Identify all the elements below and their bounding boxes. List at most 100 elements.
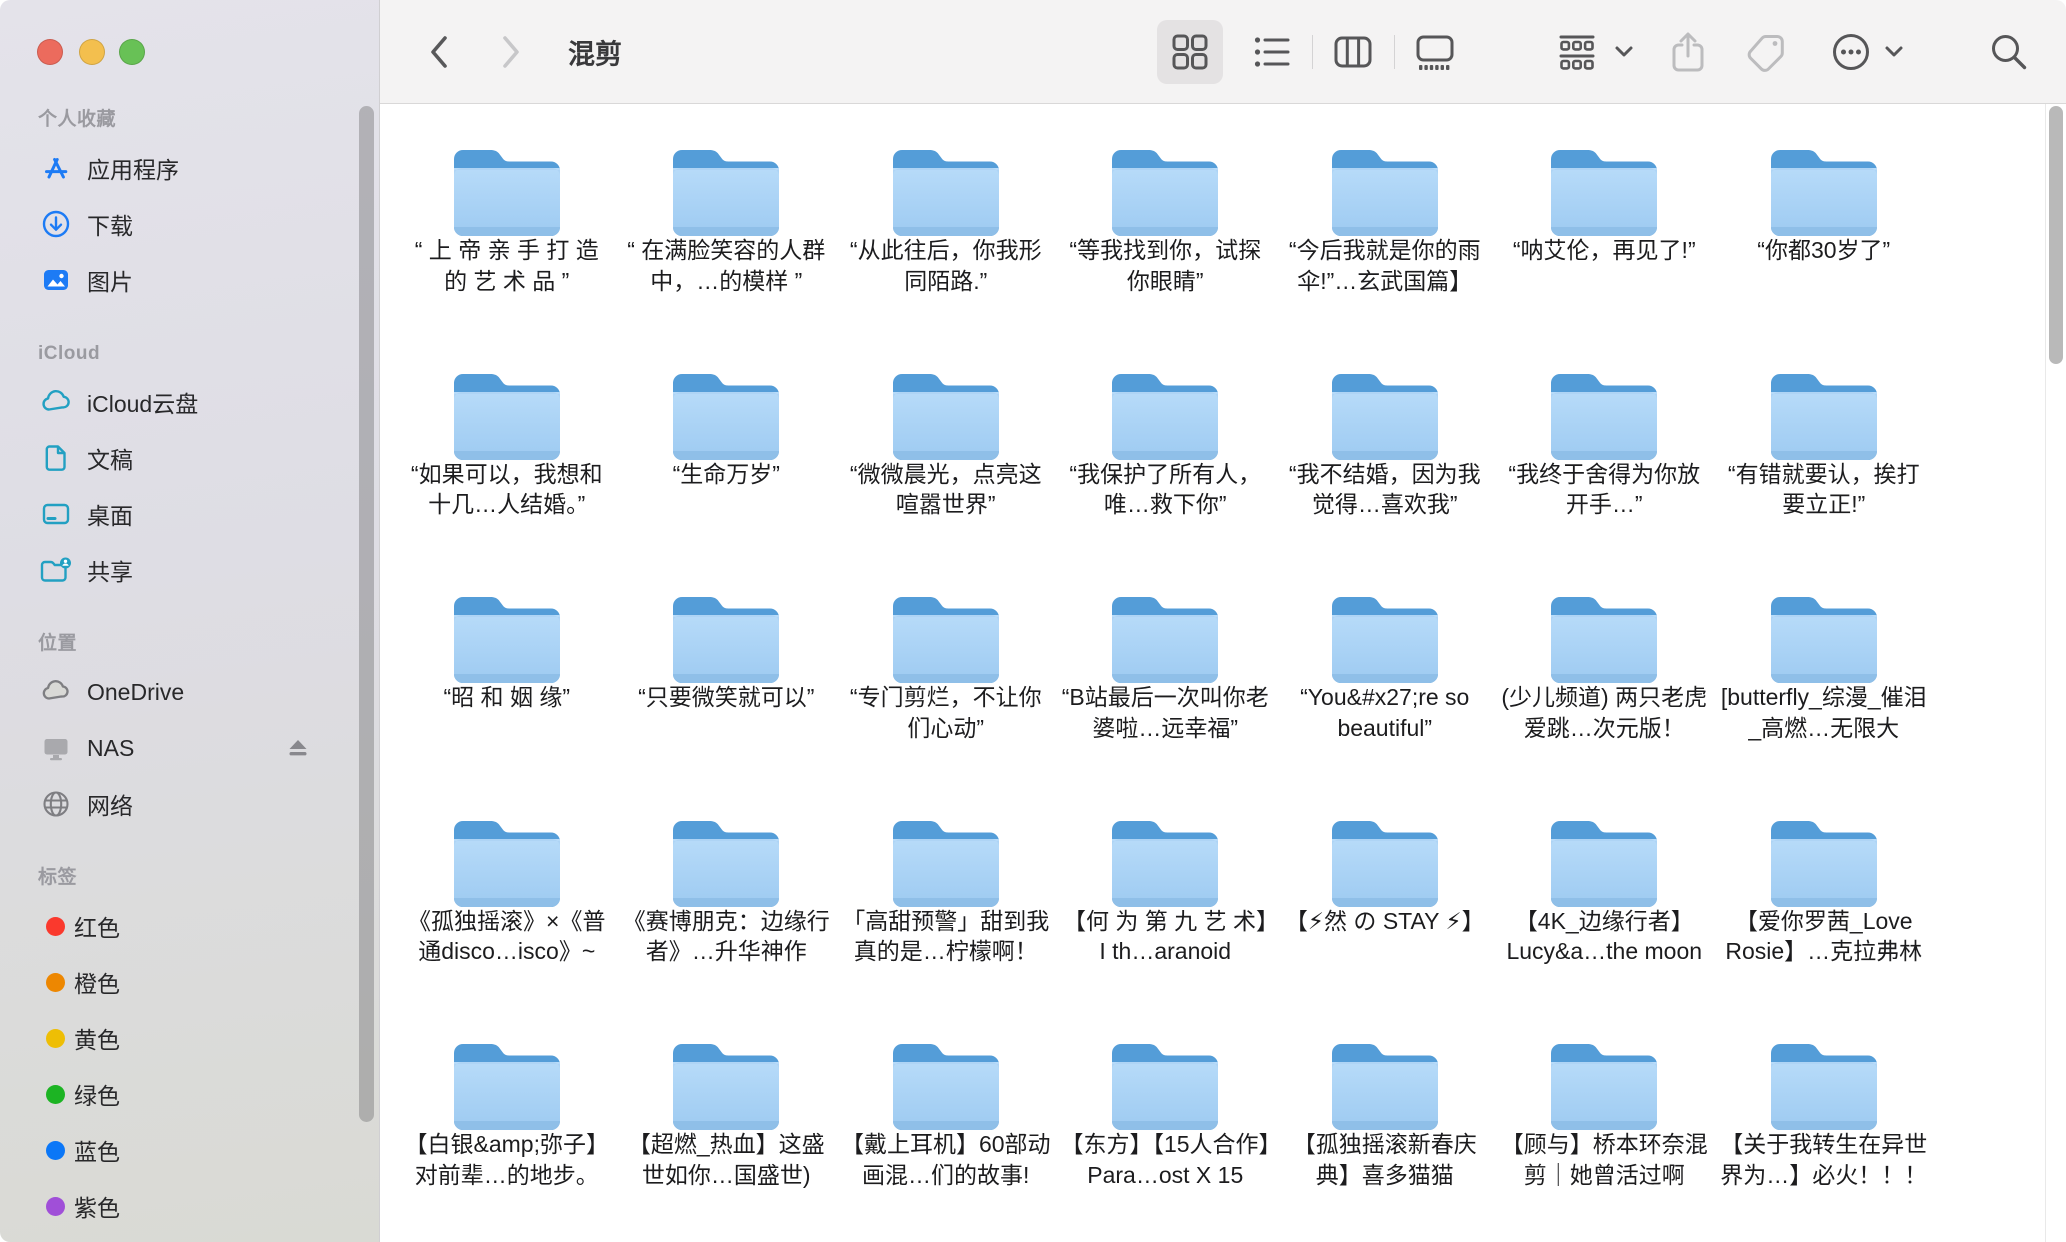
folder-item[interactable]: 【戴上耳机】60部动画混…们的故事! — [836, 1024, 1056, 1242]
folder-label: “微微晨光，点亮这喧嚣世界” — [839, 459, 1052, 520]
folder-label: (少儿频道) 两只老虎爱跳…次元版！ — [1498, 682, 1711, 743]
folder-icon — [1105, 1037, 1225, 1137]
folder-icon — [447, 590, 567, 690]
sidebar-item-label: 应用程序 — [87, 151, 179, 185]
sidebar-section: 个人收藏应用程序下载图片 — [0, 108, 379, 308]
folder-item[interactable]: 《孤独摇滚》×《普通disco…isco》~ — [397, 801, 617, 1025]
group-by-chevron-icon[interactable] — [1613, 41, 1635, 63]
gallery-view-button[interactable] — [1412, 29, 1458, 75]
folder-icon — [1544, 1037, 1664, 1137]
folder-item[interactable]: “专门剪烂，不让你们心动” — [836, 577, 1056, 801]
folder-item[interactable]: “生命万岁” — [617, 354, 837, 578]
sidebar-item-应用程序[interactable]: 应用程序 — [0, 140, 379, 196]
sidebar-item-图片[interactable]: 图片 — [0, 252, 379, 308]
folder-label: “只要微笑就可以” — [638, 682, 814, 713]
folder-item[interactable]: “从此往后，你我形同陌路.” — [836, 130, 1056, 354]
sidebar-item-黄色[interactable]: 黄色 — [0, 1010, 379, 1066]
folder-icon — [666, 367, 786, 467]
folder-item[interactable]: [butterfly_综漫_催泪_高燃…无限大 — [1714, 577, 1934, 801]
folder-item[interactable]: “微微晨光，点亮这喧嚣世界” — [836, 354, 1056, 578]
folder-item[interactable]: “ 在满脸笑容的人群中，…的模样 ” — [617, 130, 837, 354]
sidebar-item-网络[interactable]: 网络 — [0, 776, 379, 832]
folder-icon — [1544, 367, 1664, 467]
group-by-button[interactable] — [1554, 29, 1600, 75]
sidebar-item-onedrive[interactable]: OneDrive — [0, 664, 379, 720]
folder-item[interactable]: “我保护了所有人，唯…救下你” — [1056, 354, 1276, 578]
icloud-drive-icon — [38, 385, 74, 419]
folder-item[interactable]: “B站最后一次叫你老婆啦…远幸福” — [1056, 577, 1276, 801]
back-button[interactable] — [416, 29, 462, 75]
folder-item[interactable]: 「高甜预警」甜到我真的是…柠檬啊！ — [836, 801, 1056, 1025]
folder-item[interactable]: 【顾与】桥本环奈混剪｜她曾活过啊 — [1495, 1024, 1715, 1242]
share-button[interactable] — [1665, 29, 1711, 75]
folder-item[interactable]: “昭 和 姻 缘” — [397, 577, 617, 801]
minimize-button[interactable] — [79, 39, 105, 65]
sidebar-item-label: 绿色 — [74, 1077, 120, 1111]
folder-item[interactable]: “呐艾伦，再见了!” — [1495, 130, 1715, 354]
folder-label: “从此往后，你我形同陌路.” — [839, 235, 1052, 296]
folder-item[interactable]: 【爱你罗茜_Love Rosie】…克拉弗林 — [1714, 801, 1934, 1025]
documents-icon — [38, 441, 74, 475]
sidebar-item-下载[interactable]: 下载 — [0, 196, 379, 252]
more-options-button[interactable] — [1828, 29, 1874, 75]
folder-icon — [1105, 814, 1225, 914]
folder-item[interactable]: (少儿频道) 两只老虎爱跳…次元版！ — [1495, 577, 1715, 801]
sidebar-item-共享[interactable]: 共享 — [0, 542, 379, 598]
content-scrollbar-thumb[interactable] — [2049, 106, 2063, 364]
folder-item[interactable]: “等我找到你，试探你眼睛” — [1056, 130, 1276, 354]
tag-color-dot — [46, 1029, 65, 1048]
folder-item[interactable]: “你都30岁了” — [1714, 130, 1934, 354]
sidebar-item-橙色[interactable]: 橙色 — [0, 954, 379, 1010]
icon-view-button[interactable] — [1167, 29, 1213, 75]
folder-label: “ 上 帝 亲 手 打 造 的 艺 术 品 ” — [400, 235, 613, 296]
folder-item[interactable]: 《赛博朋克：边缘行者》…升华神作 — [617, 801, 837, 1025]
folder-grid: “ 上 帝 亲 手 打 造 的 艺 术 品 ” “ 在满脸笑容的人群中，…的模样… — [397, 130, 1934, 1242]
folder-item[interactable]: “有错就要认，挨打要立正!” — [1714, 354, 1934, 578]
folder-item[interactable]: 【白银&amp;弥子】对前辈…的地步。 — [397, 1024, 617, 1242]
column-view-button[interactable] — [1330, 29, 1376, 75]
zoom-button[interactable] — [119, 39, 145, 65]
folder-item[interactable]: 【超燃_热血】这盛世如你…国盛世) — [617, 1024, 837, 1242]
folder-icon — [447, 814, 567, 914]
sidebar-item-nas[interactable]: NAS — [0, 720, 379, 776]
eject-icon[interactable] — [285, 736, 311, 760]
folder-label: 《孤独摇滚》×《普通disco…isco》~ — [400, 906, 613, 967]
folder-item[interactable]: “今后我就是你的雨伞!”…玄武国篇】 — [1275, 130, 1495, 354]
sidebar-section: 标签红色橙色黄色绿色蓝色紫色 — [0, 866, 379, 1234]
folder-item[interactable]: “我不结婚，因为我觉得…喜欢我” — [1275, 354, 1495, 578]
folder-item[interactable]: “如果可以，我想和十几…人结婚。” — [397, 354, 617, 578]
close-button[interactable] — [37, 39, 63, 65]
folder-item[interactable]: 【孤独摇滚新春庆典】喜多猫猫 — [1275, 1024, 1495, 1242]
sidebar-item-紫色[interactable]: 紫色 — [0, 1178, 379, 1234]
folder-icon — [447, 367, 567, 467]
folder-item[interactable]: “You&#x27;re so beautiful” — [1275, 577, 1495, 801]
folder-label: “今后我就是你的雨伞!”…玄武国篇】 — [1278, 235, 1491, 296]
folder-item[interactable]: “我终于舍得为你放开手…” — [1495, 354, 1715, 578]
folder-item[interactable]: “ 上 帝 亲 手 打 造 的 艺 术 品 ” — [397, 130, 617, 354]
folder-label: “等我找到你，试探你眼睛” — [1059, 235, 1272, 296]
sidebar-item-label: 红色 — [74, 909, 120, 943]
sidebar-item-label: 共享 — [87, 553, 133, 587]
folder-icon — [886, 814, 1006, 914]
folder-item[interactable]: 【⚡然 の STAY ⚡】 — [1275, 801, 1495, 1025]
toolbar-separator — [1394, 35, 1395, 69]
forward-button[interactable] — [488, 29, 534, 75]
folder-item[interactable]: 【东方】【15人合作】Para…ost X 15 — [1056, 1024, 1276, 1242]
content-scrollbar-track[interactable] — [2045, 104, 2066, 1242]
sidebar-item-icloud云盘[interactable]: iCloud云盘 — [0, 374, 379, 430]
folder-item[interactable]: 【关于我转生在异世界为…】必火！！！ — [1714, 1024, 1934, 1242]
folder-item[interactable]: 【何 为 第 九 艺 术】I th…aranoid — [1056, 801, 1276, 1025]
toolbar-separator — [1312, 35, 1313, 69]
list-view-button[interactable] — [1249, 29, 1295, 75]
sidebar-item-蓝色[interactable]: 蓝色 — [0, 1122, 379, 1178]
folder-item[interactable]: 【4K_边缘行者】Lucy&a…the moon — [1495, 801, 1715, 1025]
more-options-chevron-icon[interactable] — [1883, 41, 1905, 63]
folder-item[interactable]: “只要微笑就可以” — [617, 577, 837, 801]
sidebar-item-红色[interactable]: 红色 — [0, 898, 379, 954]
tag-button[interactable] — [1744, 29, 1790, 75]
sidebar-item-桌面[interactable]: 桌面 — [0, 486, 379, 542]
search-button[interactable] — [1986, 29, 2032, 75]
sidebar-item-绿色[interactable]: 绿色 — [0, 1066, 379, 1122]
sidebar-item-文稿[interactable]: 文稿 — [0, 430, 379, 486]
sidebar-scrollbar[interactable] — [359, 106, 374, 1122]
